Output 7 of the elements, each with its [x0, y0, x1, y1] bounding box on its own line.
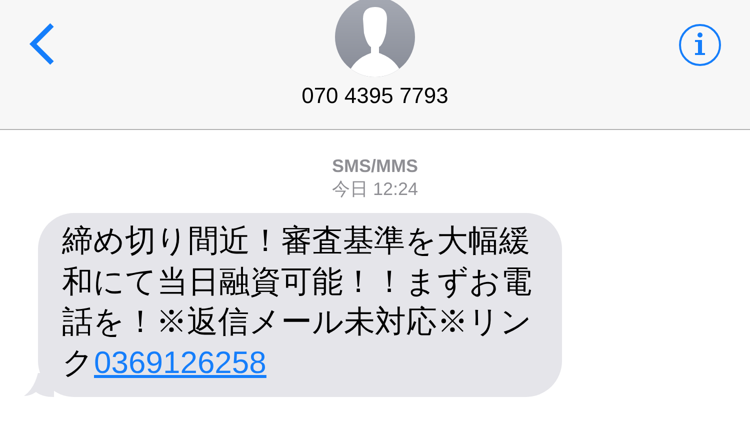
message-text: 締め切り間近！審査基準を大幅緩和にて当日融資可能！！まずお電話を！※返信メール未対応※リンク 0369126258	[62, 222, 533, 382]
info-icon[interactable]	[678, 23, 722, 67]
avatar-icon[interactable]	[335, 0, 415, 77]
service-label: SMS/MMS	[332, 155, 418, 178]
timestamp: 今日 12:24	[332, 178, 418, 201]
back-icon[interactable]	[28, 22, 56, 66]
contact-number[interactable]: 070 4395 7793	[302, 83, 448, 109]
